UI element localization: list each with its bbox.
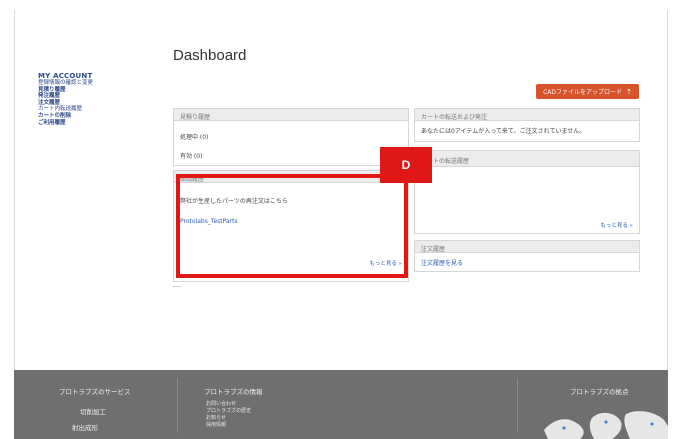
sidebar-heading: MY ACCOUNT: [38, 72, 93, 80]
order-history-link[interactable]: 注文履歴を見る: [415, 255, 639, 270]
page-title: Dashboard: [173, 47, 247, 64]
footer-company-title: プロトラブズの情報: [204, 388, 263, 396]
sidebar-item-purchases[interactable]: 発注履歴: [38, 93, 158, 100]
footer-company-contact[interactable]: お問い合わせ: [206, 401, 236, 407]
sidebar-item-cart-delete[interactable]: カートの削除: [38, 113, 158, 120]
order-history-title: 注文履歴: [415, 241, 639, 253]
site-footer: プロトラブズのサービス 切削加工 射出成形 プロトラブズの情報 お問い合わせ プ…: [14, 370, 668, 439]
upload-cad-label: CADファイルをアップロード: [543, 89, 623, 96]
callout-marker: D: [380, 147, 432, 183]
quote-history-panel: 見積り履歴 処理中 (0) 有効 (0): [173, 108, 409, 166]
footer-service-molding[interactable]: 射出成形: [72, 422, 98, 432]
cart-transfer-title: カートの転送および発注: [415, 109, 639, 121]
cart-history-panel: カートの転送履歴 もっと見る »: [414, 150, 640, 234]
footer-company-history[interactable]: プロトラブズの歴史: [206, 408, 251, 414]
footer-services-title: プロトラブズのサービス: [59, 388, 131, 396]
cart-history-more-link[interactable]: もっと見る »: [600, 221, 633, 229]
divider: [173, 286, 181, 287]
footer-divider: [177, 378, 178, 433]
footer-divider: [517, 378, 518, 433]
order-history-panel: 注文履歴 注文履歴を見る: [414, 240, 640, 272]
footer-company-careers[interactable]: 採用情報: [206, 422, 226, 428]
account-sidebar: MY ACCOUNT 登録情報の確認と変更 見積り履歴 発注履歴 注文履歴 カー…: [38, 72, 158, 126]
footer-company-news[interactable]: お知らせ: [206, 415, 226, 421]
sidebar-item-profile[interactable]: 登録情報の確認と変更: [38, 80, 158, 87]
cart-transfer-panel: カートの転送および発注 あなたには0アイテムが入って来て、ご注文されていません。: [414, 108, 640, 142]
quote-history-title: 見積り履歴: [174, 109, 408, 121]
footer-locations-title: プロトラブズの拠点: [570, 388, 629, 396]
quote-valid-row[interactable]: 有効 (0): [174, 148, 408, 163]
highlight-box: [176, 174, 408, 278]
cart-history-title: カートの転送履歴: [415, 151, 639, 167]
upload-arrow-icon: ⇡: [626, 87, 632, 96]
quote-processing-row[interactable]: 処理中 (0): [174, 129, 408, 144]
world-map-icon: [544, 411, 668, 439]
cart-transfer-text: あなたには0アイテムが入って来て、ご注文されていません。: [421, 128, 586, 135]
sidebar-item-cart-transfers[interactable]: カート内転送履歴: [38, 106, 158, 113]
upload-cad-button[interactable]: CADファイルをアップロード ⇡: [536, 84, 639, 99]
footer-service-machining[interactable]: 切削加工: [80, 406, 106, 416]
sidebar-item-usage[interactable]: ご利用履歴: [38, 120, 158, 127]
